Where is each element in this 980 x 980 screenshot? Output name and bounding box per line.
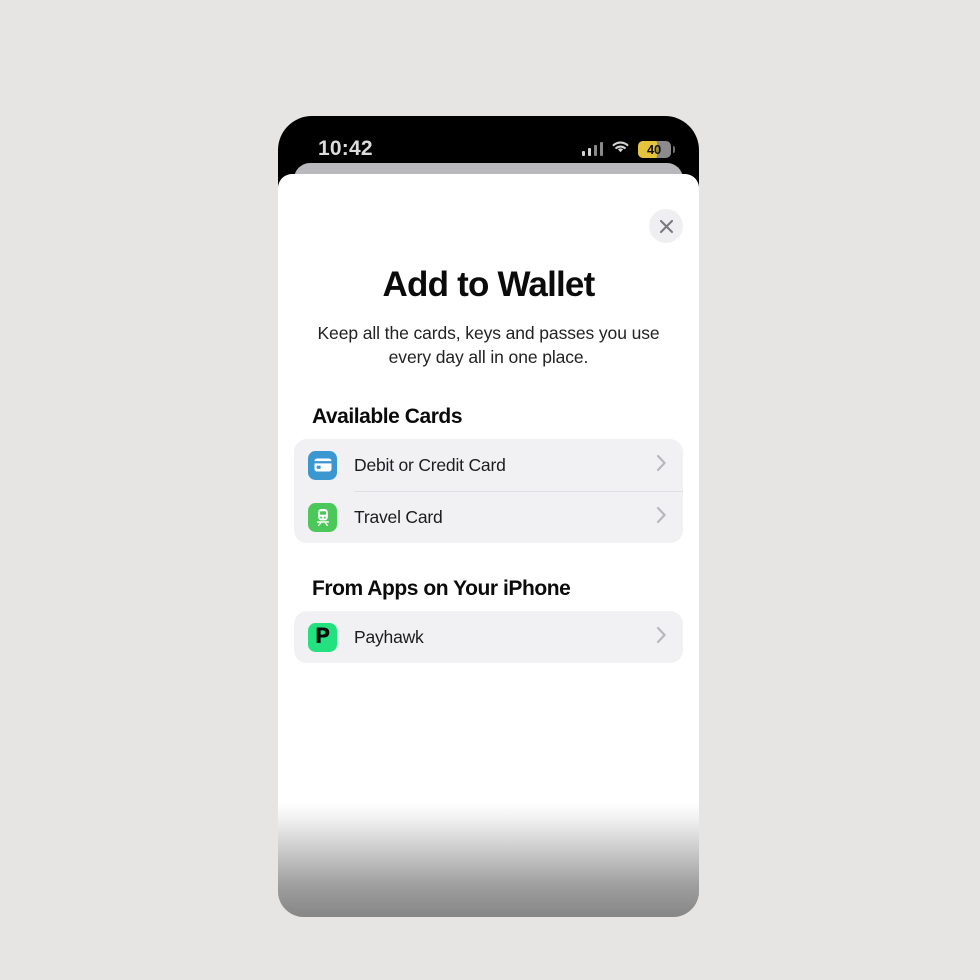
chevron-right-icon	[656, 506, 667, 529]
row-label-debit-or-credit-card: Debit or Credit Card	[354, 454, 506, 475]
row-label-travel-card: Travel Card	[354, 506, 443, 527]
section-header-from-apps: From Apps on Your iPhone	[312, 577, 571, 601]
chevron-right-icon	[656, 454, 667, 477]
from-apps-group: P Payhawk	[294, 611, 683, 664]
status-bar: 10:42 40	[278, 116, 699, 174]
page-title: Add to Wallet	[382, 265, 596, 304]
status-bar-time: 10:42	[318, 137, 373, 160]
add-to-wallet-sheet: Add to Wallet Keep all the cards, keys a…	[278, 174, 699, 917]
section-header-available-cards: Available Cards	[312, 405, 463, 429]
credit-card-icon	[308, 450, 337, 480]
wifi-icon	[611, 140, 630, 159]
phone-frame: 10:42 40 Add to Wallet Keep all the card…	[278, 116, 699, 917]
close-button[interactable]	[649, 209, 683, 243]
cellular-bars-icon	[581, 142, 603, 156]
battery-icon: 40	[638, 140, 675, 158]
payhawk-app-icon-letter: P	[314, 624, 331, 649]
row-label-payhawk: Payhawk	[354, 626, 424, 647]
section-from-apps: From Apps on Your iPhone P Payhawk	[278, 577, 699, 664]
screen-canvas: 10:42 40 Add to Wallet Keep all the card…	[0, 0, 980, 980]
row-travel-card[interactable]: Travel Card	[294, 491, 683, 543]
close-icon	[659, 219, 673, 233]
chevron-right-icon	[656, 626, 667, 649]
sheet-header: Add to Wallet Keep all the cards, keys a…	[278, 265, 699, 370]
section-available-cards: Available Cards Debit or Credit Card Tra…	[278, 405, 699, 544]
train-icon	[308, 502, 337, 532]
bottom-fade-overlay	[278, 787, 699, 917]
battery-level-text: 40	[646, 141, 662, 157]
payhawk-app-icon: P	[308, 622, 337, 652]
row-payhawk[interactable]: P Payhawk	[294, 611, 683, 663]
row-debit-or-credit-card[interactable]: Debit or Credit Card	[294, 439, 683, 491]
available-cards-group: Debit or Credit Card Travel Card	[294, 439, 683, 544]
status-bar-indicators: 40	[581, 140, 675, 159]
page-subtitle: Keep all the cards, keys and passes you …	[317, 322, 660, 368]
